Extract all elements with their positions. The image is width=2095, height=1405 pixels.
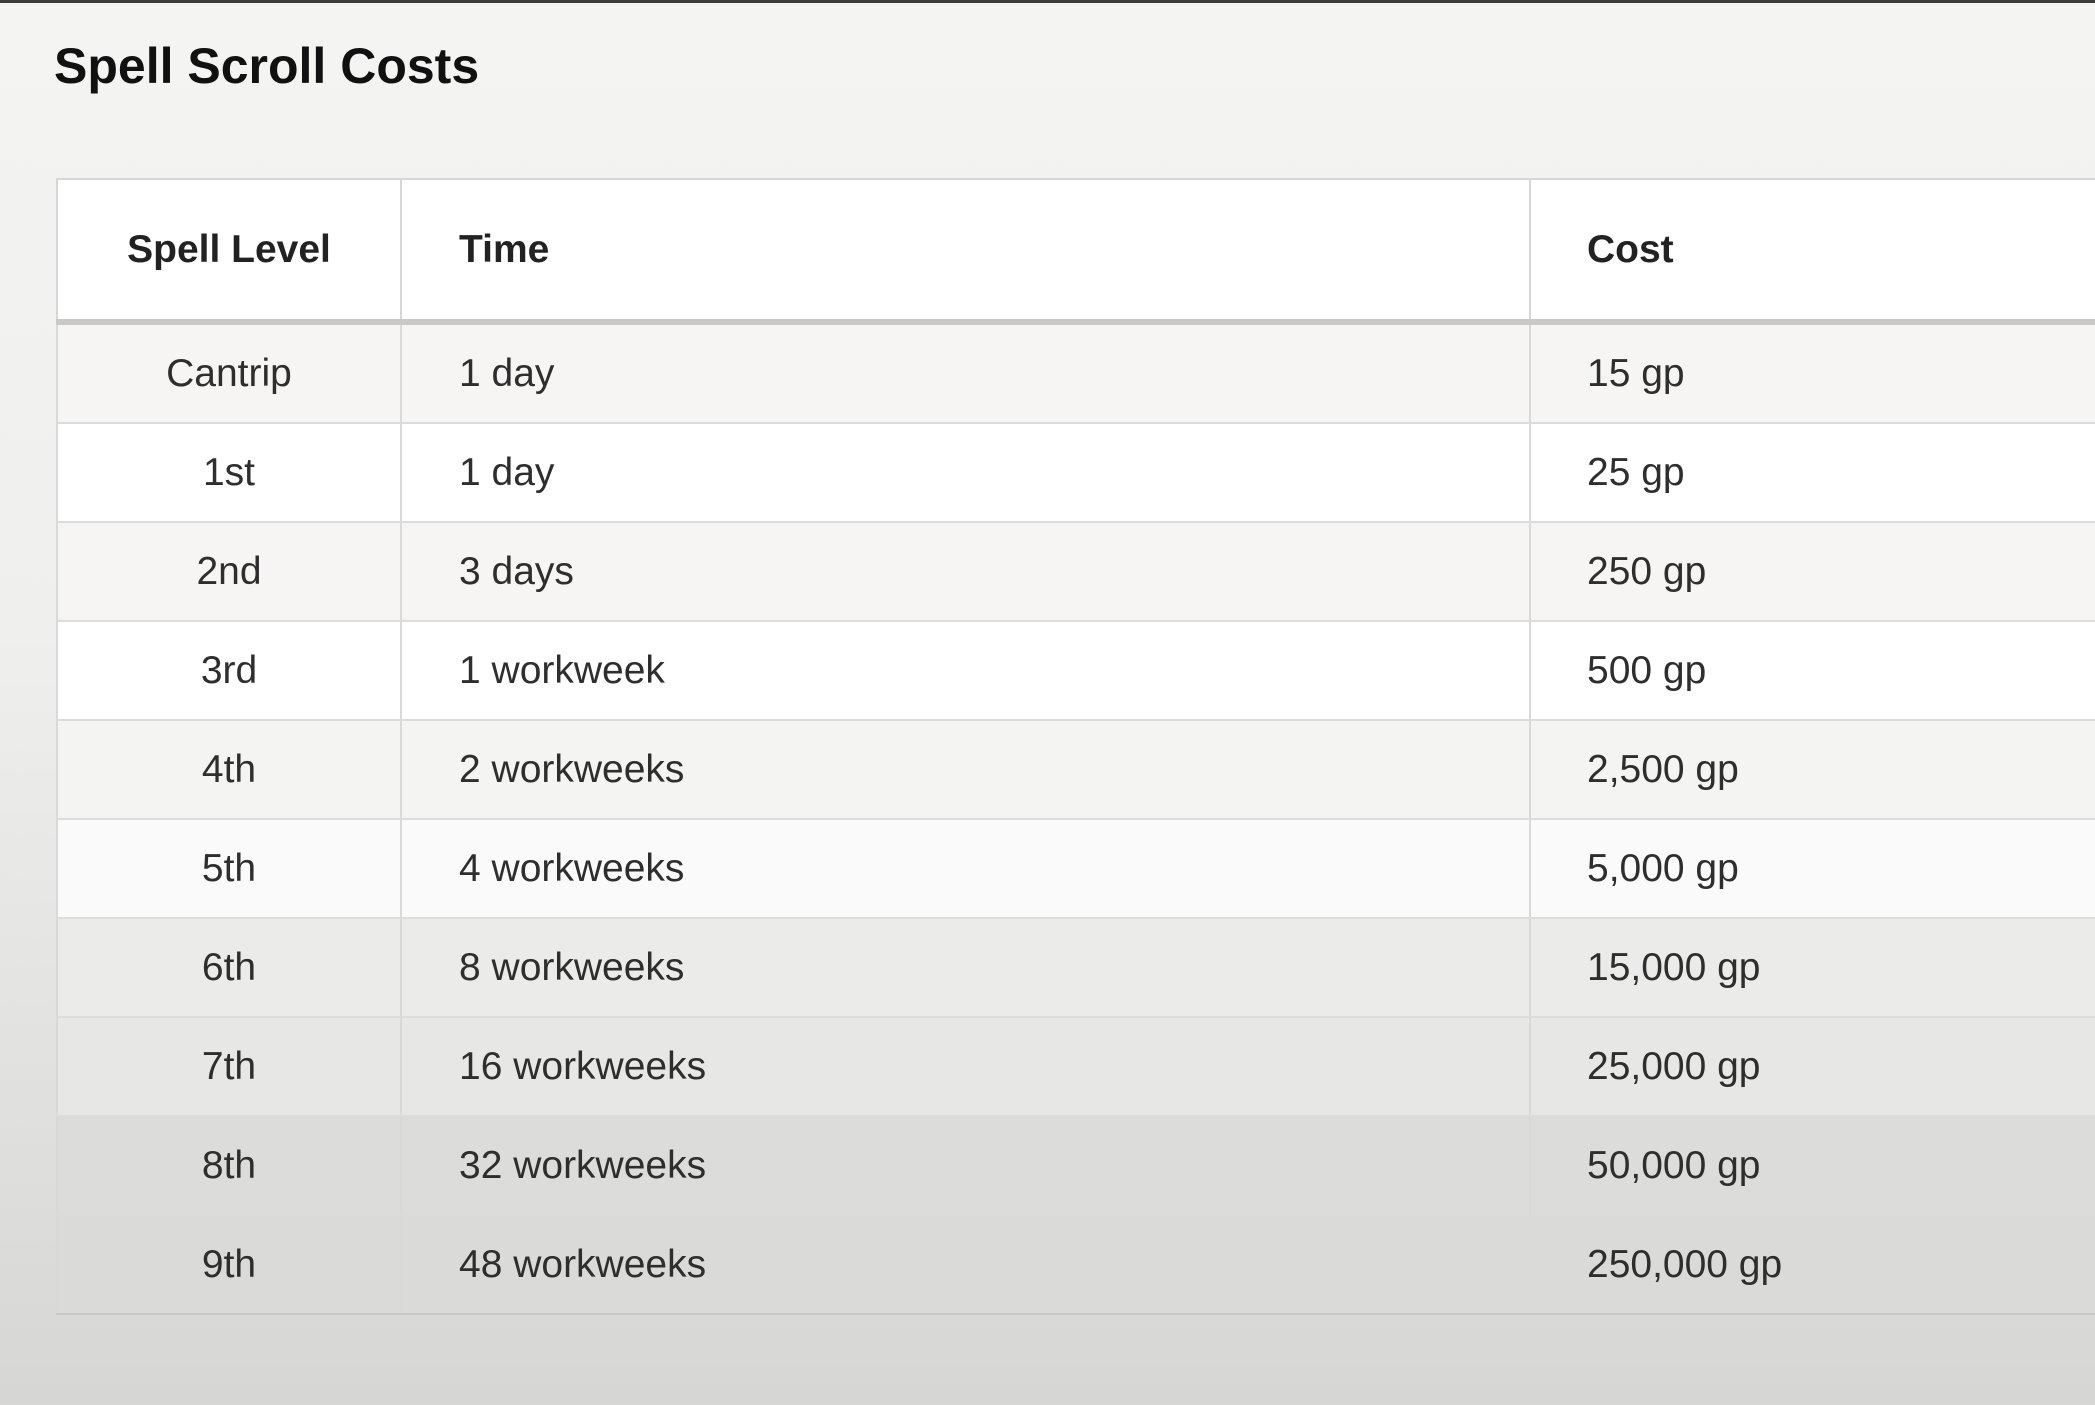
cell-cost: 5,000 gp <box>1529 819 2095 919</box>
table-row: 9th 48 workweeks 250,000 gp <box>56 1215 2095 1315</box>
cell-cost: 250 gp <box>1529 522 2095 622</box>
cell-cost: 15,000 gp <box>1529 918 2095 1018</box>
cell-cost: 250,000 gp <box>1529 1215 2095 1315</box>
header-time: Time <box>400 178 1530 325</box>
table-body: Cantrip 1 day 15 gp 1st 1 day 25 gp 2nd … <box>56 322 2095 1315</box>
cell-time: 8 workweeks <box>400 918 1530 1018</box>
cell-time: 16 workweeks <box>400 1017 1530 1117</box>
cell-spell-level: 6th <box>56 918 401 1018</box>
cell-cost: 25,000 gp <box>1529 1017 2095 1117</box>
cell-cost: 15 gp <box>1529 322 2095 424</box>
cell-spell-level: 2nd <box>56 522 401 622</box>
cell-time: 3 days <box>400 522 1530 622</box>
spell-scroll-costs-table: Spell Level Time Cost Cantrip 1 day 15 g… <box>56 178 2095 1315</box>
cell-time: 1 day <box>400 322 1530 424</box>
header-row: Spell Level Time Cost <box>56 178 2095 325</box>
cell-time: 1 workweek <box>400 621 1530 721</box>
cell-spell-level: 5th <box>56 819 401 919</box>
top-border <box>0 0 2095 3</box>
table-row: 8th 32 workweeks 50,000 gp <box>56 1116 2095 1216</box>
table-row: 6th 8 workweeks 15,000 gp <box>56 918 2095 1018</box>
table-row: 4th 2 workweeks 2,500 gp <box>56 720 2095 820</box>
header-spell-level: Spell Level <box>56 178 401 325</box>
cell-spell-level: 7th <box>56 1017 401 1117</box>
cell-time: 48 workweeks <box>400 1215 1530 1315</box>
cell-spell-level: 9th <box>56 1215 401 1315</box>
table-row: 5th 4 workweeks 5,000 gp <box>56 819 2095 919</box>
table-row: 3rd 1 workweek 500 gp <box>56 621 2095 721</box>
cell-cost: 2,500 gp <box>1529 720 2095 820</box>
cell-cost: 25 gp <box>1529 423 2095 523</box>
table-header: Spell Level Time Cost <box>56 178 2095 325</box>
cell-cost: 500 gp <box>1529 621 2095 721</box>
cell-time: 2 workweeks <box>400 720 1530 820</box>
cell-time: 4 workweeks <box>400 819 1530 919</box>
cell-spell-level: Cantrip <box>56 322 401 424</box>
table-row: Cantrip 1 day 15 gp <box>56 322 2095 424</box>
table-row: 1st 1 day 25 gp <box>56 423 2095 523</box>
cell-spell-level: 1st <box>56 423 401 523</box>
cell-time: 1 day <box>400 423 1530 523</box>
cell-cost: 50,000 gp <box>1529 1116 2095 1216</box>
header-cost: Cost <box>1529 178 2095 325</box>
cell-spell-level: 4th <box>56 720 401 820</box>
page-title: Spell Scroll Costs <box>54 38 480 94</box>
cell-spell-level: 3rd <box>56 621 401 721</box>
cell-spell-level: 8th <box>56 1116 401 1216</box>
table-row: 2nd 3 days 250 gp <box>56 522 2095 622</box>
table-row: 7th 16 workweeks 25,000 gp <box>56 1017 2095 1117</box>
cell-time: 32 workweeks <box>400 1116 1530 1216</box>
